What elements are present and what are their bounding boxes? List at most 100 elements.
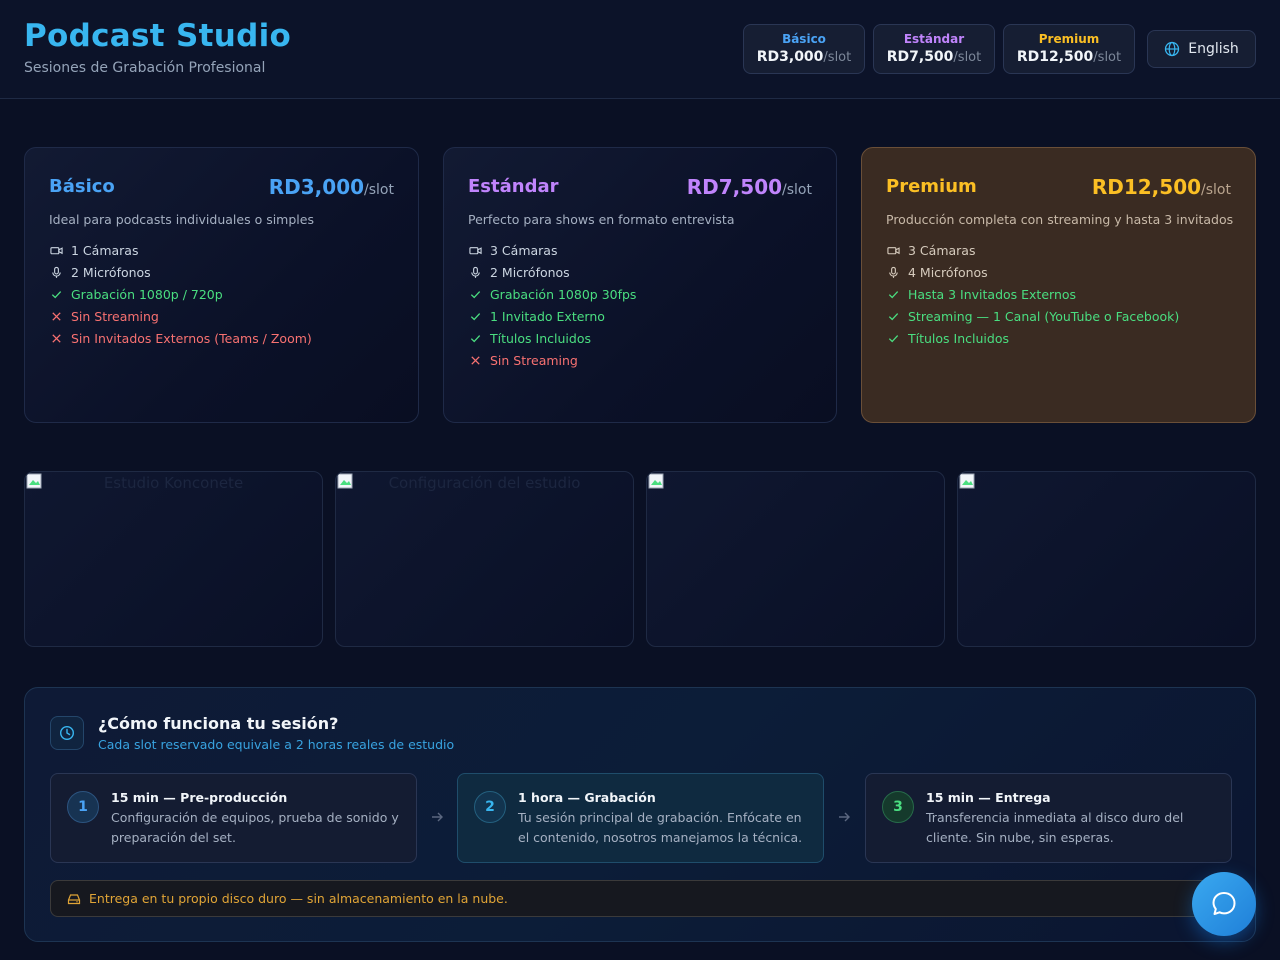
pill-price: RD3,000/slot — [756, 49, 852, 65]
plan-card-estandar[interactable]: Estándar RD7,500/slot Perfecto para show… — [443, 147, 837, 423]
feature-item: 2 Micrófonos — [468, 261, 636, 283]
step-description: Transferencia inmediata al disco duro de… — [926, 810, 1184, 845]
feature-item: 4 Micrófonos — [886, 261, 1179, 283]
feature-item: Hasta 3 Invitados Externos — [886, 283, 1179, 305]
video-camera-icon — [49, 243, 63, 257]
step-number: 2 — [474, 791, 506, 823]
step-card-3: 3 15 min — Entrega Transferencia inmedia… — [865, 773, 1232, 863]
feature-text: Streaming — 1 Canal (YouTube o Facebook) — [908, 308, 1180, 324]
feature-item: 3 Cámaras — [886, 239, 1179, 261]
chat-button[interactable] — [1192, 872, 1256, 936]
arrow-right-icon — [432, 812, 443, 822]
video-camera-icon — [886, 243, 900, 257]
step-title: 15 min — Entrega — [926, 790, 1051, 805]
hard-drive-icon — [67, 893, 81, 904]
feature-item: 1 Cámaras — [49, 239, 312, 261]
plan-price: RD7,500/slot — [686, 175, 812, 199]
pill-plan-name: Premium — [1038, 32, 1100, 46]
feature-text: 3 Cámaras — [908, 242, 976, 258]
step-card-2: 2 1 hora — Grabación Tu sesión principal… — [457, 773, 824, 863]
plan-card-basico[interactable]: Básico RD3,000/slot Ideal para podcasts … — [24, 147, 419, 423]
plan-name: Básico — [49, 176, 115, 197]
feature-item: Sin Streaming — [49, 305, 312, 327]
gallery-image-1[interactable]: Estudio Konconete — [24, 471, 323, 647]
delivery-note-text: Entrega en tu propio disco duro — sin al… — [89, 891, 508, 906]
step-description: Configuración de equipos, prueba de soni… — [111, 810, 399, 845]
broken-image-icon — [959, 473, 975, 489]
image-alt-text: Configuración del estudio — [388, 474, 581, 492]
feature-item: Sin Invitados Externos (Teams / Zoom) — [49, 327, 312, 349]
feature-text: Grabación 1080p / 720p — [71, 286, 223, 302]
delivery-note: Entrega en tu propio disco duro — sin al… — [50, 880, 1232, 917]
feature-text: 2 Micrófonos — [71, 264, 151, 280]
pill-price: RD12,500/slot — [1016, 49, 1122, 65]
feature-item: 3 Cámaras — [468, 239, 636, 261]
language-button[interactable]: English — [1147, 30, 1256, 68]
language-label: English — [1188, 41, 1239, 57]
feature-text: 3 Cámaras — [490, 242, 558, 258]
check-icon — [468, 287, 482, 301]
step-title: 1 hora — Grabación — [518, 790, 656, 805]
step-description: Tu sesión principal de grabación. Enfóca… — [518, 810, 803, 845]
plan-name: Premium — [886, 176, 977, 197]
feature-list: 3 Cámaras 2 Micrófonos Grabación 1080p 30f… — [468, 239, 636, 371]
check-icon — [49, 287, 63, 301]
how-it-works-panel: ¿Cómo funciona tu sesión? Cada slot rese… — [24, 687, 1256, 942]
feature-text: Grabación 1080p 30fps — [490, 286, 637, 302]
check-icon — [886, 309, 900, 323]
check-icon — [468, 309, 482, 323]
feature-item: Títulos Incluidos — [886, 327, 1179, 349]
feature-text: Sin Streaming — [490, 352, 578, 368]
gallery-image-4[interactable] — [957, 471, 1256, 647]
x-icon — [49, 309, 63, 323]
step-number: 3 — [882, 791, 914, 823]
feature-item: Sin Streaming — [468, 349, 636, 371]
gallery-image-2[interactable]: Configuración del estudio — [335, 471, 634, 647]
step-card-1: 1 15 min — Pre-producción Configuración … — [50, 773, 417, 863]
pill-plan-name: Estándar — [903, 32, 965, 46]
feature-item: 1 Invitado Externo — [468, 305, 636, 327]
microphone-icon — [468, 265, 482, 279]
step-title: 15 min — Pre-producción — [111, 790, 288, 805]
feature-text: Sin Invitados Externos (Teams / Zoom) — [71, 330, 312, 346]
feature-item: 2 Micrófonos — [49, 261, 312, 283]
check-icon — [886, 287, 900, 301]
feature-item: Streaming — 1 Canal (YouTube o Facebook) — [886, 305, 1179, 327]
price-pill-basico[interactable]: Básico RD3,000/slot — [743, 24, 865, 74]
x-icon — [49, 331, 63, 345]
step-number: 1 — [67, 791, 99, 823]
plan-description: Perfecto para shows en formato entrevist… — [468, 212, 735, 227]
check-icon — [886, 331, 900, 345]
price-pill-estandar[interactable]: Estándar RD7,500/slot — [873, 24, 995, 74]
plan-description: Ideal para podcasts individuales o simpl… — [49, 212, 314, 227]
pill-plan-name: Básico — [782, 32, 826, 46]
check-icon — [468, 331, 482, 345]
brand-title: Podcast Studio — [24, 18, 292, 54]
gallery-image-3[interactable] — [646, 471, 945, 647]
feature-text: Sin Streaming — [71, 308, 159, 324]
brand-subtitle: Sesiones de Grabación Profesional — [24, 60, 266, 76]
plan-price: RD12,500/slot — [1091, 175, 1231, 199]
plan-card-premium[interactable]: Premium RD12,500/slot Producción complet… — [861, 147, 1256, 423]
feature-item: Títulos Incluidos — [468, 327, 636, 349]
microphone-icon — [49, 265, 63, 279]
video-camera-icon — [468, 243, 482, 257]
feature-list: 3 Cámaras 4 Micrófonos Hasta 3 Invitados E… — [886, 239, 1179, 349]
arrow-right-icon — [839, 812, 850, 822]
feature-text: 4 Micrófonos — [908, 264, 988, 280]
price-pill-premium[interactable]: Premium RD12,500/slot — [1003, 24, 1135, 74]
plan-price: RD3,000/slot — [268, 175, 394, 199]
microphone-icon — [886, 265, 900, 279]
feature-text: Títulos Incluidos — [490, 330, 591, 346]
feature-item: Grabación 1080p / 720p — [49, 283, 312, 305]
clock-icon — [50, 716, 84, 750]
globe-icon — [1165, 41, 1180, 57]
chat-bubble-icon — [1212, 892, 1236, 915]
image-alt-text: Estudio Konconete — [103, 474, 244, 492]
header: Podcast Studio Sesiones de Grabación Pro… — [0, 0, 1280, 99]
feature-item: Grabación 1080p 30fps — [468, 283, 636, 305]
feature-text: 2 Micrófonos — [490, 264, 570, 280]
broken-image-icon — [648, 473, 664, 489]
how-subtitle: Cada slot reservado equivale a 2 horas r… — [98, 737, 455, 752]
feature-text: 1 Invitado Externo — [490, 308, 605, 324]
